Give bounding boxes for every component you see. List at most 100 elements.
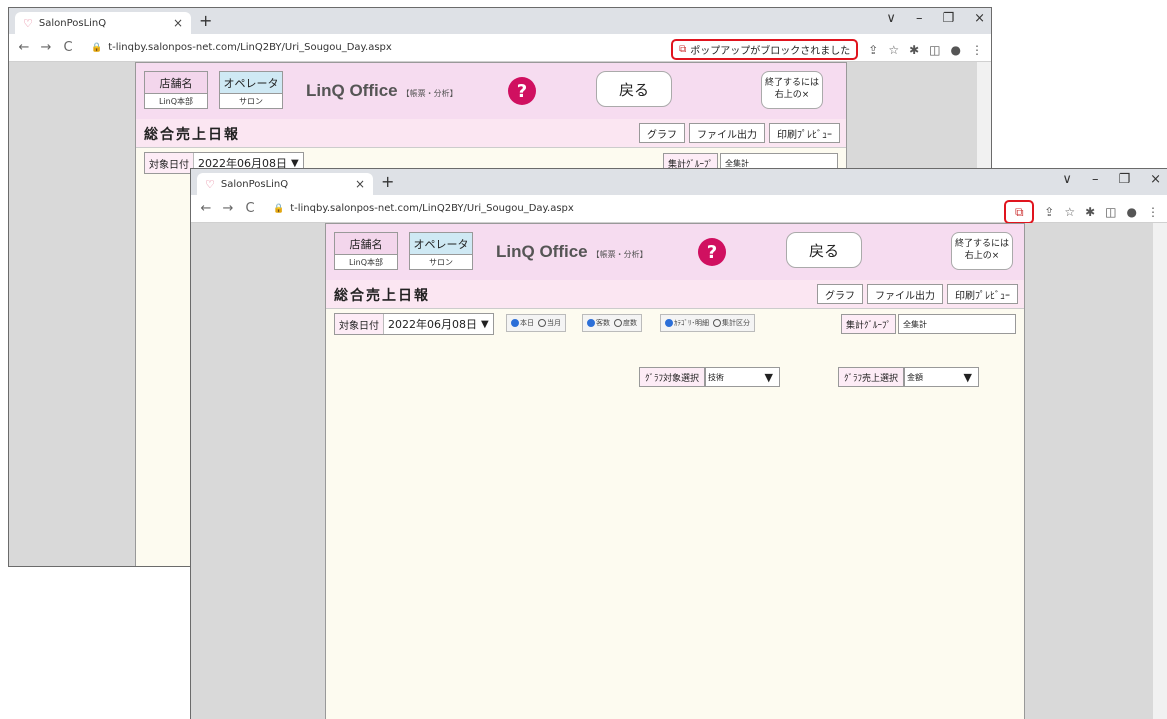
share-icon[interactable]: ⇪: [1044, 205, 1054, 219]
restore-button[interactable]: ❐: [942, 11, 954, 26]
store-label: 店舗名: [335, 233, 397, 255]
dropdown-arrow-icon[interactable]: ▼: [481, 319, 493, 330]
star-icon[interactable]: ☆: [1064, 205, 1075, 219]
operator-label: オペレータ: [220, 72, 282, 94]
tab-search-icon[interactable]: ∨: [1062, 172, 1072, 187]
url-field[interactable]: t-linqby.salonpos-net.com/LinQ2BY/Uri_So…: [108, 42, 392, 53]
radio-today[interactable]: 本日: [511, 318, 534, 328]
extensions-icon[interactable]: ✱: [1085, 205, 1095, 219]
new-tab-button[interactable]: +: [381, 172, 394, 191]
operator-label: オペレータ: [410, 233, 472, 255]
operator-value: サロン: [429, 258, 453, 267]
back-button[interactable]: 戻る: [596, 71, 672, 107]
radio-aggregate-division[interactable]: 集計区分: [713, 318, 750, 328]
profile-icon[interactable]: ●: [951, 43, 961, 57]
address-bar: ← → C 🔒 t-linqby.salonpos-net.com/LinQ2B…: [9, 34, 991, 62]
tab-close-icon[interactable]: ×: [355, 177, 365, 191]
print-preview-button[interactable]: 印刷ﾌﾟﾚﾋﾞｭｰ: [769, 123, 840, 143]
operator-value: サロン: [239, 97, 263, 106]
browser-tab[interactable]: ♡ SalonPosLinQ ×: [15, 12, 191, 34]
dropdown-arrow-icon[interactable]: ▼: [765, 371, 773, 384]
store-value: LinQ本部: [348, 258, 384, 267]
popup-blocked-indicator[interactable]: ⧉ ポップアップがブロックされました: [671, 39, 859, 60]
graph-target-select[interactable]: ｸﾞﾗﾌ対象選択 技術 ▼: [639, 367, 781, 387]
graph-sales-select[interactable]: ｸﾞﾗﾌ売上選択 金額 ▼: [838, 367, 980, 387]
exit-hint-button[interactable]: 終了するには 右上の×: [761, 71, 823, 109]
exit-hint-button[interactable]: 終了するには 右上の×: [951, 232, 1013, 270]
popup-blocked-icon: ⧉: [679, 44, 687, 55]
graph-button[interactable]: グラフ: [817, 284, 863, 304]
back-arrow-icon[interactable]: ←: [15, 40, 33, 55]
url-field[interactable]: t-linqby.salonpos-net.com/LinQ2BY/Uri_So…: [290, 203, 574, 214]
group-value[interactable]: 全集計: [898, 314, 1016, 334]
heart-favicon-icon: ♡: [23, 16, 33, 30]
dropdown-arrow-icon[interactable]: ▼: [964, 371, 972, 384]
minimize-button[interactable]: –: [916, 11, 923, 26]
star-icon[interactable]: ☆: [888, 43, 899, 57]
back-arrow-icon[interactable]: ←: [197, 201, 215, 216]
graph-button[interactable]: グラフ: [639, 123, 685, 143]
store-value: LinQ本部: [158, 97, 194, 106]
popup-blocked-text: ポップアップがブロックされました: [690, 46, 851, 57]
page-title: 総合売上日報: [334, 288, 430, 304]
date-value[interactable]: 2022年06月08日: [384, 316, 481, 332]
radio-customers[interactable]: 客数: [587, 318, 610, 328]
lock-icon: 🔒: [91, 42, 103, 53]
forward-arrow-icon[interactable]: →: [219, 201, 237, 216]
lock-icon: 🔒: [273, 203, 285, 214]
graph-target-value: 技術: [708, 372, 725, 382]
tab-search-icon[interactable]: ∨: [886, 11, 896, 26]
address-bar: ← → C 🔒 t-linqby.salonpos-net.com/LinQ2B…: [191, 195, 1167, 224]
app-header: 店舗名 LinQ本部 オペレータ サロン LinQ Office 【帳票・分析】…: [136, 63, 846, 119]
forward-arrow-icon[interactable]: →: [37, 40, 55, 55]
side-panel-icon[interactable]: ◫: [1105, 205, 1116, 219]
tab-close-icon[interactable]: ×: [173, 16, 183, 30]
tab-strip: ♡ SalonPosLinQ × + ∨ – ❐ ×: [191, 169, 1167, 195]
store-label: 店舗名: [145, 72, 207, 94]
tab-title: SalonPosLinQ: [38, 17, 107, 29]
back-button[interactable]: 戻る: [786, 232, 862, 268]
browser-tab[interactable]: ♡ SalonPosLinQ ×: [197, 173, 373, 195]
help-icon[interactable]: ?: [508, 77, 536, 105]
radio-month[interactable]: 当月: [538, 318, 561, 328]
dropdown-arrow-icon[interactable]: ▼: [291, 158, 303, 169]
restore-button[interactable]: ❐: [1118, 172, 1130, 187]
operator-box: オペレータ サロン: [409, 232, 473, 270]
print-preview-button[interactable]: 印刷ﾌﾟﾚﾋﾞｭｰ: [947, 284, 1018, 304]
graph-target-dropdown[interactable]: 技術 ▼: [705, 367, 781, 387]
menu-icon[interactable]: ⋮: [971, 43, 983, 57]
graph-target-label: ｸﾞﾗﾌ対象選択: [639, 367, 706, 387]
reload-icon[interactable]: C: [59, 40, 77, 55]
side-panel-icon[interactable]: ◫: [929, 43, 940, 57]
popup-blocked-icon[interactable]: ⧉: [1004, 200, 1035, 224]
title-row: 総合売上日報 グラフ ファイル出力 印刷ﾌﾟﾚﾋﾞｭｰ: [136, 119, 846, 147]
menu-icon[interactable]: ⋮: [1147, 205, 1159, 219]
file-output-button[interactable]: ファイル出力: [867, 284, 943, 304]
linq-office-logo: LinQ Office 【帳票・分析】: [306, 81, 458, 100]
graph-sales-value: 金額: [907, 372, 924, 382]
new-tab-button[interactable]: +: [199, 11, 212, 30]
graph-select-row: ｸﾞﾗﾌ対象選択 技術 ▼ ｸﾞﾗﾌ売上選択 金額 ▼: [326, 367, 1024, 391]
date-selector[interactable]: 対象日付 2022年06月08日 ▼: [334, 313, 494, 335]
share-icon[interactable]: ⇪: [868, 43, 878, 57]
extensions-icon[interactable]: ✱: [909, 43, 919, 57]
browser-window-front: ♡ SalonPosLinQ × + ∨ – ❐ × ← → C 🔒 t-lin…: [190, 168, 1167, 719]
close-window-button[interactable]: ×: [1150, 172, 1161, 187]
group-label: 集計ｸﾞﾙｰﾌﾟ: [840, 314, 896, 334]
heart-favicon-icon: ♡: [205, 177, 215, 191]
minimize-button[interactable]: –: [1092, 172, 1099, 187]
file-output-button[interactable]: ファイル出力: [689, 123, 765, 143]
breakdown-radio-group: ｶﾃｺﾞﾘ･明細 集計区分: [660, 314, 755, 332]
radio-category-detail[interactable]: ｶﾃｺﾞﾘ･明細: [665, 318, 709, 328]
tab-title: SalonPosLinQ: [220, 178, 289, 190]
profile-icon[interactable]: ●: [1127, 205, 1137, 219]
title-row: 総合売上日報 グラフ ファイル出力 印刷ﾌﾟﾚﾋﾞｭｰ: [326, 280, 1024, 308]
radio-visits[interactable]: 度数: [614, 318, 637, 328]
help-icon[interactable]: ?: [698, 238, 726, 266]
reload-icon[interactable]: C: [241, 201, 259, 216]
close-window-button[interactable]: ×: [974, 11, 985, 26]
store-box: 店舗名 LinQ本部: [334, 232, 398, 270]
scrollbar[interactable]: [1153, 223, 1167, 719]
graph-sales-dropdown[interactable]: 金額 ▼: [904, 367, 980, 387]
app-header: 店舗名 LinQ本部 オペレータ サロン LinQ Office 【帳票・分析】…: [326, 224, 1024, 280]
